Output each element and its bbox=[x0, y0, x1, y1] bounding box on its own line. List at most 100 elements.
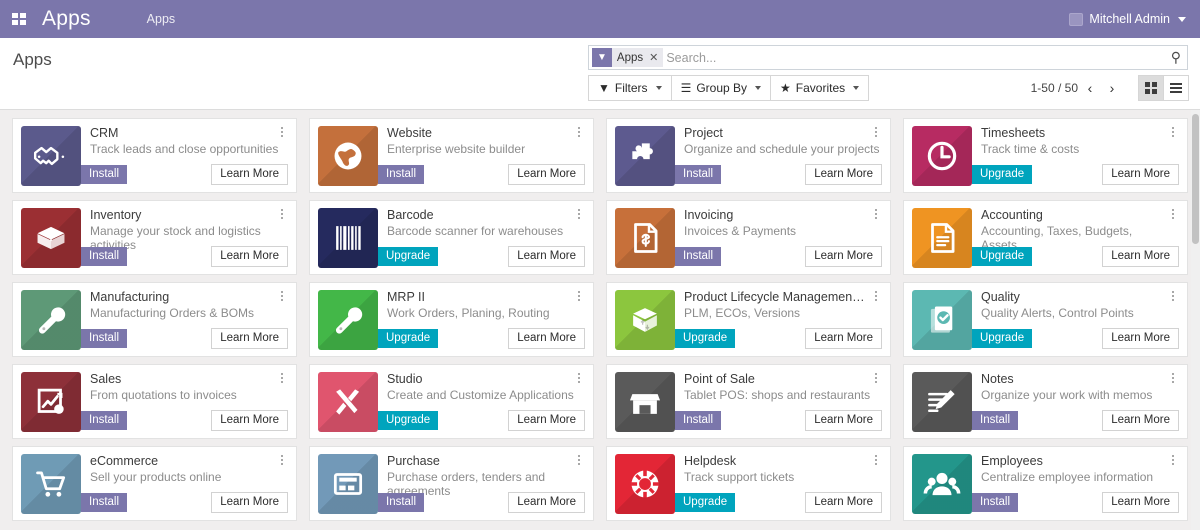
kebab-menu-icon[interactable] bbox=[275, 206, 289, 222]
app-card[interactable]: Barcode Barcode scanner for warehouses Upg… bbox=[309, 200, 594, 275]
kebab-menu-icon[interactable] bbox=[869, 452, 883, 468]
learn-more-button[interactable]: Learn More bbox=[508, 328, 585, 349]
kebab-menu-icon[interactable] bbox=[1166, 206, 1180, 222]
app-card[interactable]: Notes Organize your work with memos Instal… bbox=[903, 364, 1188, 439]
learn-more-button[interactable]: Learn More bbox=[211, 492, 288, 513]
install-button[interactable]: Install bbox=[675, 247, 722, 266]
learn-more-button[interactable]: Learn More bbox=[805, 410, 882, 431]
app-card[interactable]: Accounting Accounting, Taxes, Budgets, As… bbox=[903, 200, 1188, 275]
app-card[interactable]: Manufacturing Manufacturing Orders & BOMs… bbox=[12, 282, 297, 357]
app-name: Invoicing bbox=[684, 208, 734, 222]
learn-more-button[interactable]: Learn More bbox=[508, 410, 585, 431]
navbar-brand[interactable]: Apps bbox=[38, 7, 95, 31]
scrollbar-thumb[interactable] bbox=[1192, 114, 1199, 244]
learn-more-button[interactable]: Learn More bbox=[805, 246, 882, 267]
install-button[interactable]: Install bbox=[81, 411, 128, 430]
upgrade-button[interactable]: Upgrade bbox=[675, 493, 736, 512]
upgrade-button[interactable]: Upgrade bbox=[378, 411, 439, 430]
app-card[interactable]: Employees Centralize employee information… bbox=[903, 446, 1188, 521]
learn-more-button[interactable]: Learn More bbox=[805, 164, 882, 185]
install-button[interactable]: Install bbox=[675, 165, 722, 184]
search-bar[interactable]: ▼ Apps ✕ ⚲ bbox=[588, 45, 1188, 70]
search-icon[interactable]: ⚲ bbox=[1171, 49, 1183, 66]
app-card[interactable]: Quality Quality Alerts, Control Points Upg… bbox=[903, 282, 1188, 357]
app-card[interactable]: Timesheets Track time & costs Upgrade Learn… bbox=[903, 118, 1188, 193]
navbar-menu-apps[interactable]: Apps bbox=[139, 12, 184, 26]
kebab-menu-icon[interactable] bbox=[572, 452, 586, 468]
learn-more-button[interactable]: Learn More bbox=[211, 328, 288, 349]
favorites-button[interactable]: ★ Favorites bbox=[770, 75, 870, 101]
apps-grid-icon[interactable] bbox=[0, 0, 38, 38]
learn-more-button[interactable]: Learn More bbox=[1102, 164, 1179, 185]
kebab-menu-icon[interactable] bbox=[572, 370, 586, 386]
chevron-left-icon[interactable]: ‹ bbox=[1080, 76, 1100, 100]
app-card[interactable]: MRP II Work Orders, Planing, Routing Upgra… bbox=[309, 282, 594, 357]
learn-more-button[interactable]: Learn More bbox=[508, 246, 585, 267]
learn-more-button[interactable]: Learn More bbox=[805, 328, 882, 349]
kebab-menu-icon[interactable] bbox=[869, 370, 883, 386]
app-card[interactable]: Sales From quotations to invoices Install L… bbox=[12, 364, 297, 439]
app-card[interactable]: Inventory Manage your stock and logistics… bbox=[12, 200, 297, 275]
app-card[interactable]: eCommerce Sell your products online Instal… bbox=[12, 446, 297, 521]
group-by-button[interactable]: ☰ Group By bbox=[670, 75, 772, 101]
install-button[interactable]: Install bbox=[81, 247, 128, 266]
learn-more-button[interactable]: Learn More bbox=[1102, 246, 1179, 267]
learn-more-button[interactable]: Learn More bbox=[805, 492, 882, 513]
kebab-menu-icon[interactable] bbox=[869, 206, 883, 222]
kebab-menu-icon[interactable] bbox=[275, 124, 289, 140]
learn-more-button[interactable]: Learn More bbox=[508, 164, 585, 185]
kebab-menu-icon[interactable] bbox=[572, 206, 586, 222]
app-card[interactable]: Helpdesk Track support tickets Upgrade Lear… bbox=[606, 446, 891, 521]
app-card[interactable]: Point of Sale Tablet POS: shops and resta… bbox=[606, 364, 891, 439]
kebab-menu-icon[interactable] bbox=[275, 452, 289, 468]
learn-more-button[interactable]: Learn More bbox=[211, 246, 288, 267]
install-button[interactable]: Install bbox=[972, 411, 1019, 430]
kebab-menu-icon[interactable] bbox=[1166, 124, 1180, 140]
upgrade-button[interactable]: Upgrade bbox=[675, 329, 736, 348]
list-view-icon[interactable] bbox=[1163, 75, 1189, 101]
app-card[interactable]: Studio Create and Customize Applications U… bbox=[309, 364, 594, 439]
filters-button[interactable]: ▼ Filters bbox=[588, 75, 672, 101]
app-card[interactable]: CRM Track leads and close opportunities In… bbox=[12, 118, 297, 193]
learn-more-button[interactable]: Learn More bbox=[211, 410, 288, 431]
install-button[interactable]: Install bbox=[675, 411, 722, 430]
chevron-right-icon[interactable]: › bbox=[1102, 76, 1122, 100]
install-button[interactable]: Install bbox=[81, 329, 128, 348]
user-menu[interactable]: Mitchell Admin bbox=[1069, 0, 1186, 38]
learn-more-button[interactable]: Learn More bbox=[508, 492, 585, 513]
install-button[interactable]: Install bbox=[81, 493, 128, 512]
kebab-menu-icon[interactable] bbox=[275, 370, 289, 386]
install-button[interactable]: Install bbox=[378, 165, 425, 184]
close-icon[interactable]: ✕ bbox=[647, 48, 664, 67]
app-card[interactable]: Project Organize and schedule your projec… bbox=[606, 118, 891, 193]
kebab-menu-icon[interactable] bbox=[869, 288, 883, 304]
kanban-view-icon[interactable] bbox=[1138, 75, 1164, 101]
app-card[interactable]: Invoicing Invoices & Payments Install Learn… bbox=[606, 200, 891, 275]
kebab-menu-icon[interactable] bbox=[572, 288, 586, 304]
install-button[interactable]: Install bbox=[378, 493, 425, 512]
app-card-wrapper: Website Enterprise website builder Install… bbox=[303, 118, 600, 200]
upgrade-button[interactable]: Upgrade bbox=[972, 329, 1033, 348]
learn-more-button[interactable]: Learn More bbox=[1102, 492, 1179, 513]
search-input[interactable] bbox=[666, 50, 1171, 65]
upgrade-button[interactable]: Upgrade bbox=[378, 329, 439, 348]
app-card[interactable]: Website Enterprise website builder Install… bbox=[309, 118, 594, 193]
learn-more-button[interactable]: Learn More bbox=[1102, 328, 1179, 349]
kebab-menu-icon[interactable] bbox=[1166, 288, 1180, 304]
app-card[interactable]: Purchase Purchase orders, tenders and agr… bbox=[309, 446, 594, 521]
search-facet-apps[interactable]: ▼ Apps ✕ bbox=[592, 48, 664, 67]
kebab-menu-icon[interactable] bbox=[869, 124, 883, 140]
upgrade-button[interactable]: Upgrade bbox=[972, 165, 1033, 184]
learn-more-button[interactable]: Learn More bbox=[211, 164, 288, 185]
upgrade-button[interactable]: Upgrade bbox=[972, 247, 1033, 266]
kebab-menu-icon[interactable] bbox=[1166, 452, 1180, 468]
kebab-menu-icon[interactable] bbox=[1166, 370, 1180, 386]
kebab-menu-icon[interactable] bbox=[275, 288, 289, 304]
app-card[interactable]: Product Lifecycle Management (... PLM, EC… bbox=[606, 282, 891, 357]
install-button[interactable]: Install bbox=[972, 493, 1019, 512]
app-card-wrapper: Manufacturing Manufacturing Orders & BOMs… bbox=[6, 282, 303, 364]
learn-more-button[interactable]: Learn More bbox=[1102, 410, 1179, 431]
kebab-menu-icon[interactable] bbox=[572, 124, 586, 140]
upgrade-button[interactable]: Upgrade bbox=[378, 247, 439, 266]
install-button[interactable]: Install bbox=[81, 165, 128, 184]
